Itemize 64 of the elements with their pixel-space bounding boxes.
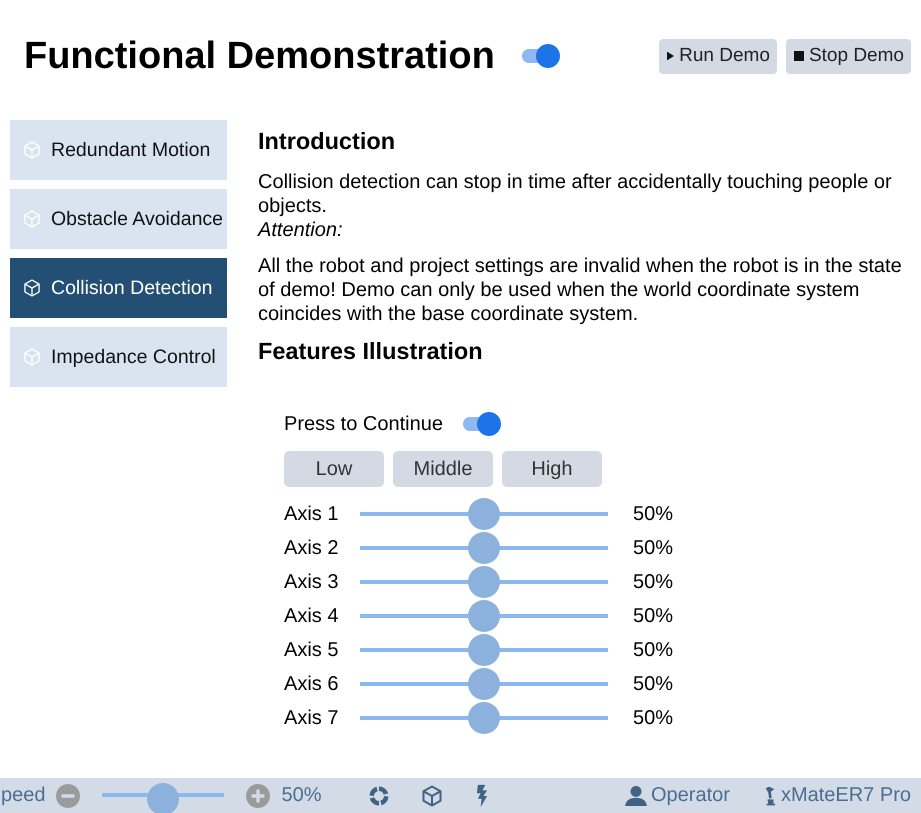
sidebar-item[interactable]: Obstacle Avoidance [10,189,227,249]
stop-icon [794,51,804,61]
axis-slider[interactable] [360,702,608,734]
continue-toggle-switch[interactable] [462,412,501,436]
axis-label: Axis 3 [284,570,340,594]
speed-label: peed [1,784,46,807]
axis-slider[interactable] [360,600,608,632]
axis-slider[interactable] [360,668,608,700]
attention-text: All the robot and project settings are invalid when the robot is in the state of demo! Demo can only be used when the world coordinate system coincides with the base coordinate system. [258,254,903,326]
axis-value: 50% [633,502,674,526]
sidebar-item[interactable]: Redundant Motion [10,120,227,180]
preset-button[interactable]: Low [284,451,384,487]
attention-label: Attention: [258,218,344,242]
stop-demo-button[interactable]: Stop Demo [786,38,911,74]
axis-label: Axis 7 [284,706,340,730]
slider-thumb[interactable] [468,702,500,734]
axis-value: 50% [633,638,674,662]
demo-toggle-switch[interactable] [522,44,560,68]
person-icon [625,786,647,806]
robot-arm-icon [764,784,776,806]
slider-thumb[interactable] [468,498,500,530]
axis-slider[interactable] [360,532,608,564]
axis-value: 50% [633,604,674,628]
section-heading: Features Illustration [258,338,484,364]
toggle-label: Press to Continue [284,412,443,436]
plus-icon[interactable] [246,784,270,808]
minus-icon[interactable] [56,784,80,808]
section-heading: Introduction [258,128,396,154]
preset-button[interactable]: Middle [393,451,493,487]
cube-icon[interactable] [420,784,444,808]
slider-thumb[interactable] [146,782,178,813]
cube-icon [22,347,42,367]
slider-thumb[interactable] [468,532,500,564]
axis-value: 50% [633,570,674,594]
robot-model-text: xMateER7 Pro [780,784,911,807]
axis-label: Axis 4 [284,604,340,628]
user-role-text: Operator [651,784,730,807]
slider-thumb[interactable] [468,566,500,598]
lightning-icon[interactable] [476,784,489,808]
cube-icon [22,140,42,160]
slider-thumb[interactable] [468,634,500,666]
run-demo-button[interactable]: Run Demo [659,38,777,74]
intro-text: Collision detection can stop in time after accidentally touching people or objects. [258,170,893,218]
axis-value: 50% [633,536,674,560]
sidebar-item[interactable]: Impedance Control [10,327,227,387]
play-icon [667,51,674,61]
slider-thumb[interactable] [468,600,500,632]
cube-icon [22,209,42,229]
cube-icon [22,278,42,298]
speed-value: 50% [282,784,322,807]
preset-button[interactable]: High [502,451,602,487]
ring-icon[interactable] [366,784,391,808]
axis-slider[interactable] [360,566,608,598]
axis-label: Axis 2 [284,536,340,560]
axis-value: 50% [633,706,674,730]
slider-thumb[interactable] [468,668,500,700]
axis-slider[interactable] [360,634,608,666]
axis-label: Axis 6 [284,672,340,696]
axis-slider[interactable] [360,498,608,530]
axis-label: Axis 1 [284,502,340,526]
axis-value: 50% [633,672,674,696]
axis-label: Axis 5 [284,638,340,662]
sidebar-item[interactable]: Collision Detection [10,258,227,318]
page-title: Functional Demonstration [24,35,495,77]
